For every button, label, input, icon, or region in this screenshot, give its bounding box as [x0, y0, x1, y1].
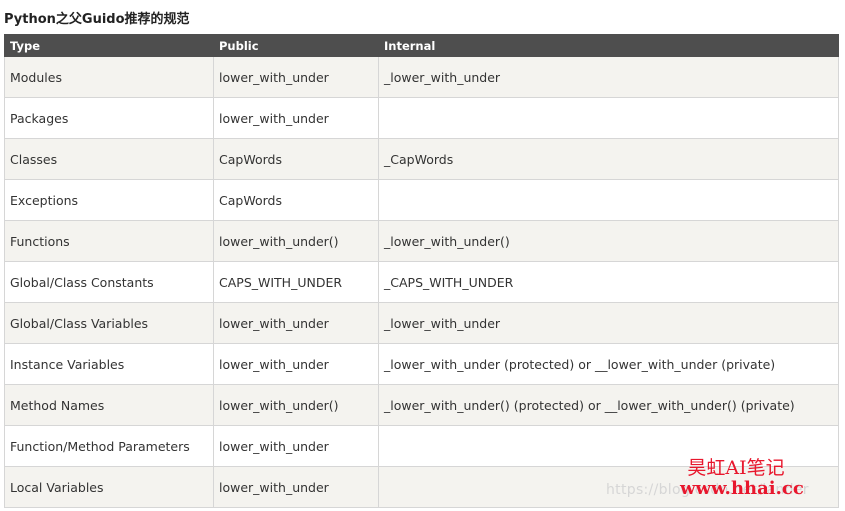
cell-public: lower_with_under [213, 97, 379, 139]
cell-internal: _lower_with_under [378, 56, 839, 98]
table-row: Method Names lower_with_under() _lower_w… [4, 384, 839, 426]
column-header-type: Type [4, 34, 214, 57]
cell-public: lower_with_under [213, 343, 379, 385]
page-title: Python之父Guido推荐的规范 [4, 12, 190, 27]
cell-type: Modules [4, 56, 214, 98]
naming-convention-table: Type Public Internal Modules lower_with_… [4, 34, 839, 508]
cell-public: lower_with_under [213, 425, 379, 467]
table-row: Modules lower_with_under _lower_with_und… [4, 56, 839, 98]
cell-type: Instance Variables [4, 343, 214, 385]
table-row: Global/Class Constants CAPS_WITH_UNDER _… [4, 261, 839, 303]
cell-internal: _lower_with_under() (protected) or __low… [378, 384, 839, 426]
column-header-public: Public [213, 34, 379, 57]
cell-internal: _CAPS_WITH_UNDER [378, 261, 839, 303]
cell-type: Method Names [4, 384, 214, 426]
cell-public: lower_with_under() [213, 384, 379, 426]
cell-public: lower_with_under [213, 302, 379, 344]
table-row: Packages lower_with_under [4, 97, 839, 139]
table-body: Modules lower_with_under _lower_with_und… [4, 56, 839, 508]
stamp-title: 昊虹AI笔记 [687, 457, 785, 479]
cell-internal: _lower_with_under (protected) or __lower… [378, 343, 839, 385]
stamp-url: www.hhai.cc [680, 477, 804, 499]
cell-internal: _lower_with_under [378, 302, 839, 344]
cell-type: Exceptions [4, 179, 214, 221]
cell-public: CapWords [213, 138, 379, 180]
cell-type: Classes [4, 138, 214, 180]
cell-internal [378, 179, 839, 221]
cell-type: Local Variables [4, 466, 214, 508]
column-header-internal: Internal [378, 34, 839, 57]
cell-public: CapWords [213, 179, 379, 221]
table-row: Global/Class Variables lower_with_under … [4, 302, 839, 344]
cell-internal: _CapWords [378, 138, 839, 180]
cell-type: Global/Class Constants [4, 261, 214, 303]
cell-internal [378, 97, 839, 139]
cell-public: lower_with_under [213, 56, 379, 98]
cell-public: lower_with_under() [213, 220, 379, 262]
cell-type: Packages [4, 97, 214, 139]
cell-type: Global/Class Variables [4, 302, 214, 344]
cell-public: lower_with_under [213, 466, 379, 508]
table-row: Functions lower_with_under() _lower_with… [4, 220, 839, 262]
hhai-stamp: 昊虹AI笔记 www.hhai.cc [680, 457, 804, 499]
cell-type: Functions [4, 220, 214, 262]
table-row: Classes CapWords _CapWords [4, 138, 839, 180]
table-header-row: Type Public Internal [4, 34, 839, 57]
cell-internal: _lower_with_under() [378, 220, 839, 262]
table-header: Type Public Internal [4, 34, 839, 57]
table-row: Instance Variables lower_with_under _low… [4, 343, 839, 385]
cell-type: Function/Method Parameters [4, 425, 214, 467]
table-row: Exceptions CapWords [4, 179, 839, 221]
cell-public: CAPS_WITH_UNDER [213, 261, 379, 303]
